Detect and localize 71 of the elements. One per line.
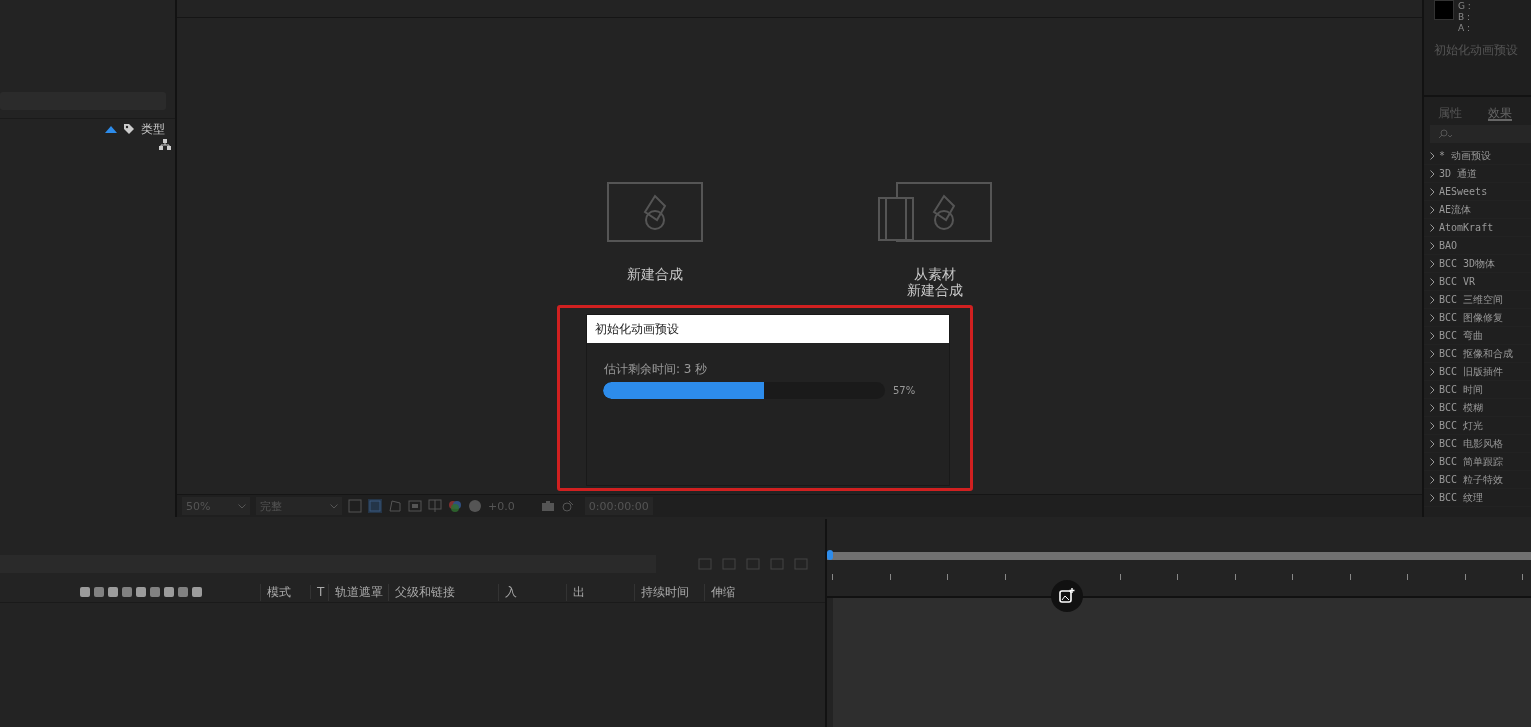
caret-icon: [238, 503, 246, 509]
column-header[interactable]: 类型: [141, 120, 165, 138]
composition-icon[interactable]: [607, 182, 703, 242]
effect-category[interactable]: AESweets: [1424, 183, 1531, 201]
effect-category[interactable]: BCC 3D物体: [1424, 255, 1531, 273]
tick-mark: [1407, 574, 1408, 580]
effect-category[interactable]: * 动画预设: [1424, 147, 1531, 165]
progress-message: 估计剩余时间: 3 秒: [604, 361, 709, 378]
search-icon: [1438, 129, 1452, 139]
effect-category[interactable]: BCC 三维空间: [1424, 291, 1531, 309]
column-header[interactable]: 轨道遮罩: [328, 583, 388, 601]
channel-label: A :: [1458, 23, 1471, 34]
effect-category[interactable]: BCC 弯曲: [1424, 327, 1531, 345]
tick-mark: [1349, 574, 1351, 580]
tag-icon[interactable]: [123, 123, 135, 135]
tick-mark: [1119, 574, 1121, 580]
start-option-label[interactable]: 新建合成: [627, 266, 683, 282]
column-header[interactable]: 入: [498, 583, 566, 601]
tick-mark: [1292, 574, 1293, 580]
effect-category[interactable]: BCC 旧版插件: [1424, 363, 1531, 381]
mask-icon[interactable]: [388, 499, 402, 513]
effect-category[interactable]: BAO: [1424, 237, 1531, 255]
tick-mark: [1522, 574, 1523, 580]
channel-label: G :: [1458, 1, 1471, 12]
visual-search-button[interactable]: [1051, 580, 1083, 612]
channel-label: B :: [1458, 12, 1471, 23]
column-header[interactable]: T: [310, 585, 328, 599]
column-header[interactable]: 出: [566, 583, 634, 601]
tick-mark: [1177, 574, 1178, 580]
color-swatch: [1434, 0, 1454, 20]
start-option-label[interactable]: 从素材 新建合成: [907, 266, 963, 298]
effect-category[interactable]: BCC 图像修复: [1424, 309, 1531, 327]
sort-up-icon[interactable]: [105, 125, 117, 133]
snapshot-icon[interactable]: [560, 499, 575, 513]
effect-category[interactable]: BCC 抠像和合成: [1424, 345, 1531, 363]
region-icon[interactable]: [428, 499, 442, 513]
effect-category[interactable]: BCC 粒子特效: [1424, 471, 1531, 489]
playhead[interactable]: [827, 550, 833, 560]
image-search-icon: [1059, 588, 1075, 604]
tick-mark: [947, 574, 948, 580]
tick-mark: [889, 574, 891, 580]
effect-category[interactable]: BCC 纹理: [1424, 489, 1531, 507]
effect-category[interactable]: BCC 简单跟踪: [1424, 453, 1531, 471]
effect-category[interactable]: BCC 模糊: [1424, 399, 1531, 417]
effect-category[interactable]: BCC 电影风格: [1424, 435, 1531, 453]
fast-preview-icon[interactable]: [348, 499, 362, 513]
column-header[interactable]: 父级和链接: [388, 583, 498, 601]
tick-mark: [1234, 574, 1236, 580]
effect-category[interactable]: AE流体: [1424, 201, 1531, 219]
color-channels-icon[interactable]: [448, 499, 462, 513]
exposure-icon[interactable]: [468, 499, 482, 513]
camera-icon[interactable]: [540, 499, 555, 513]
effect-category[interactable]: 3D 通道: [1424, 165, 1531, 183]
effect-category[interactable]: BCC 灯光: [1424, 417, 1531, 435]
column-header[interactable]: 伸缩: [704, 583, 764, 601]
tick-mark: [1464, 574, 1466, 580]
tick-mark: [1004, 574, 1006, 580]
column-header[interactable]: 持续时间: [634, 583, 704, 601]
dialog-title: 初始化动画预设: [587, 315, 949, 343]
grid-icon[interactable]: [368, 499, 382, 513]
transparency-grid-icon[interactable]: [408, 499, 422, 513]
column-header[interactable]: 模式: [260, 583, 310, 601]
caret-icon: [330, 503, 338, 509]
effect-category[interactable]: AtomKraft: [1424, 219, 1531, 237]
effect-category[interactable]: BCC 时间: [1424, 381, 1531, 399]
effect-category[interactable]: BCC VR: [1424, 273, 1531, 291]
tick-mark: [832, 574, 833, 580]
footage-composition-icon[interactable]: [878, 182, 992, 242]
hierarchy-icon[interactable]: [159, 139, 171, 150]
progress-percent: 57%: [893, 385, 916, 396]
effects-search-field[interactable]: [1430, 125, 1531, 143]
